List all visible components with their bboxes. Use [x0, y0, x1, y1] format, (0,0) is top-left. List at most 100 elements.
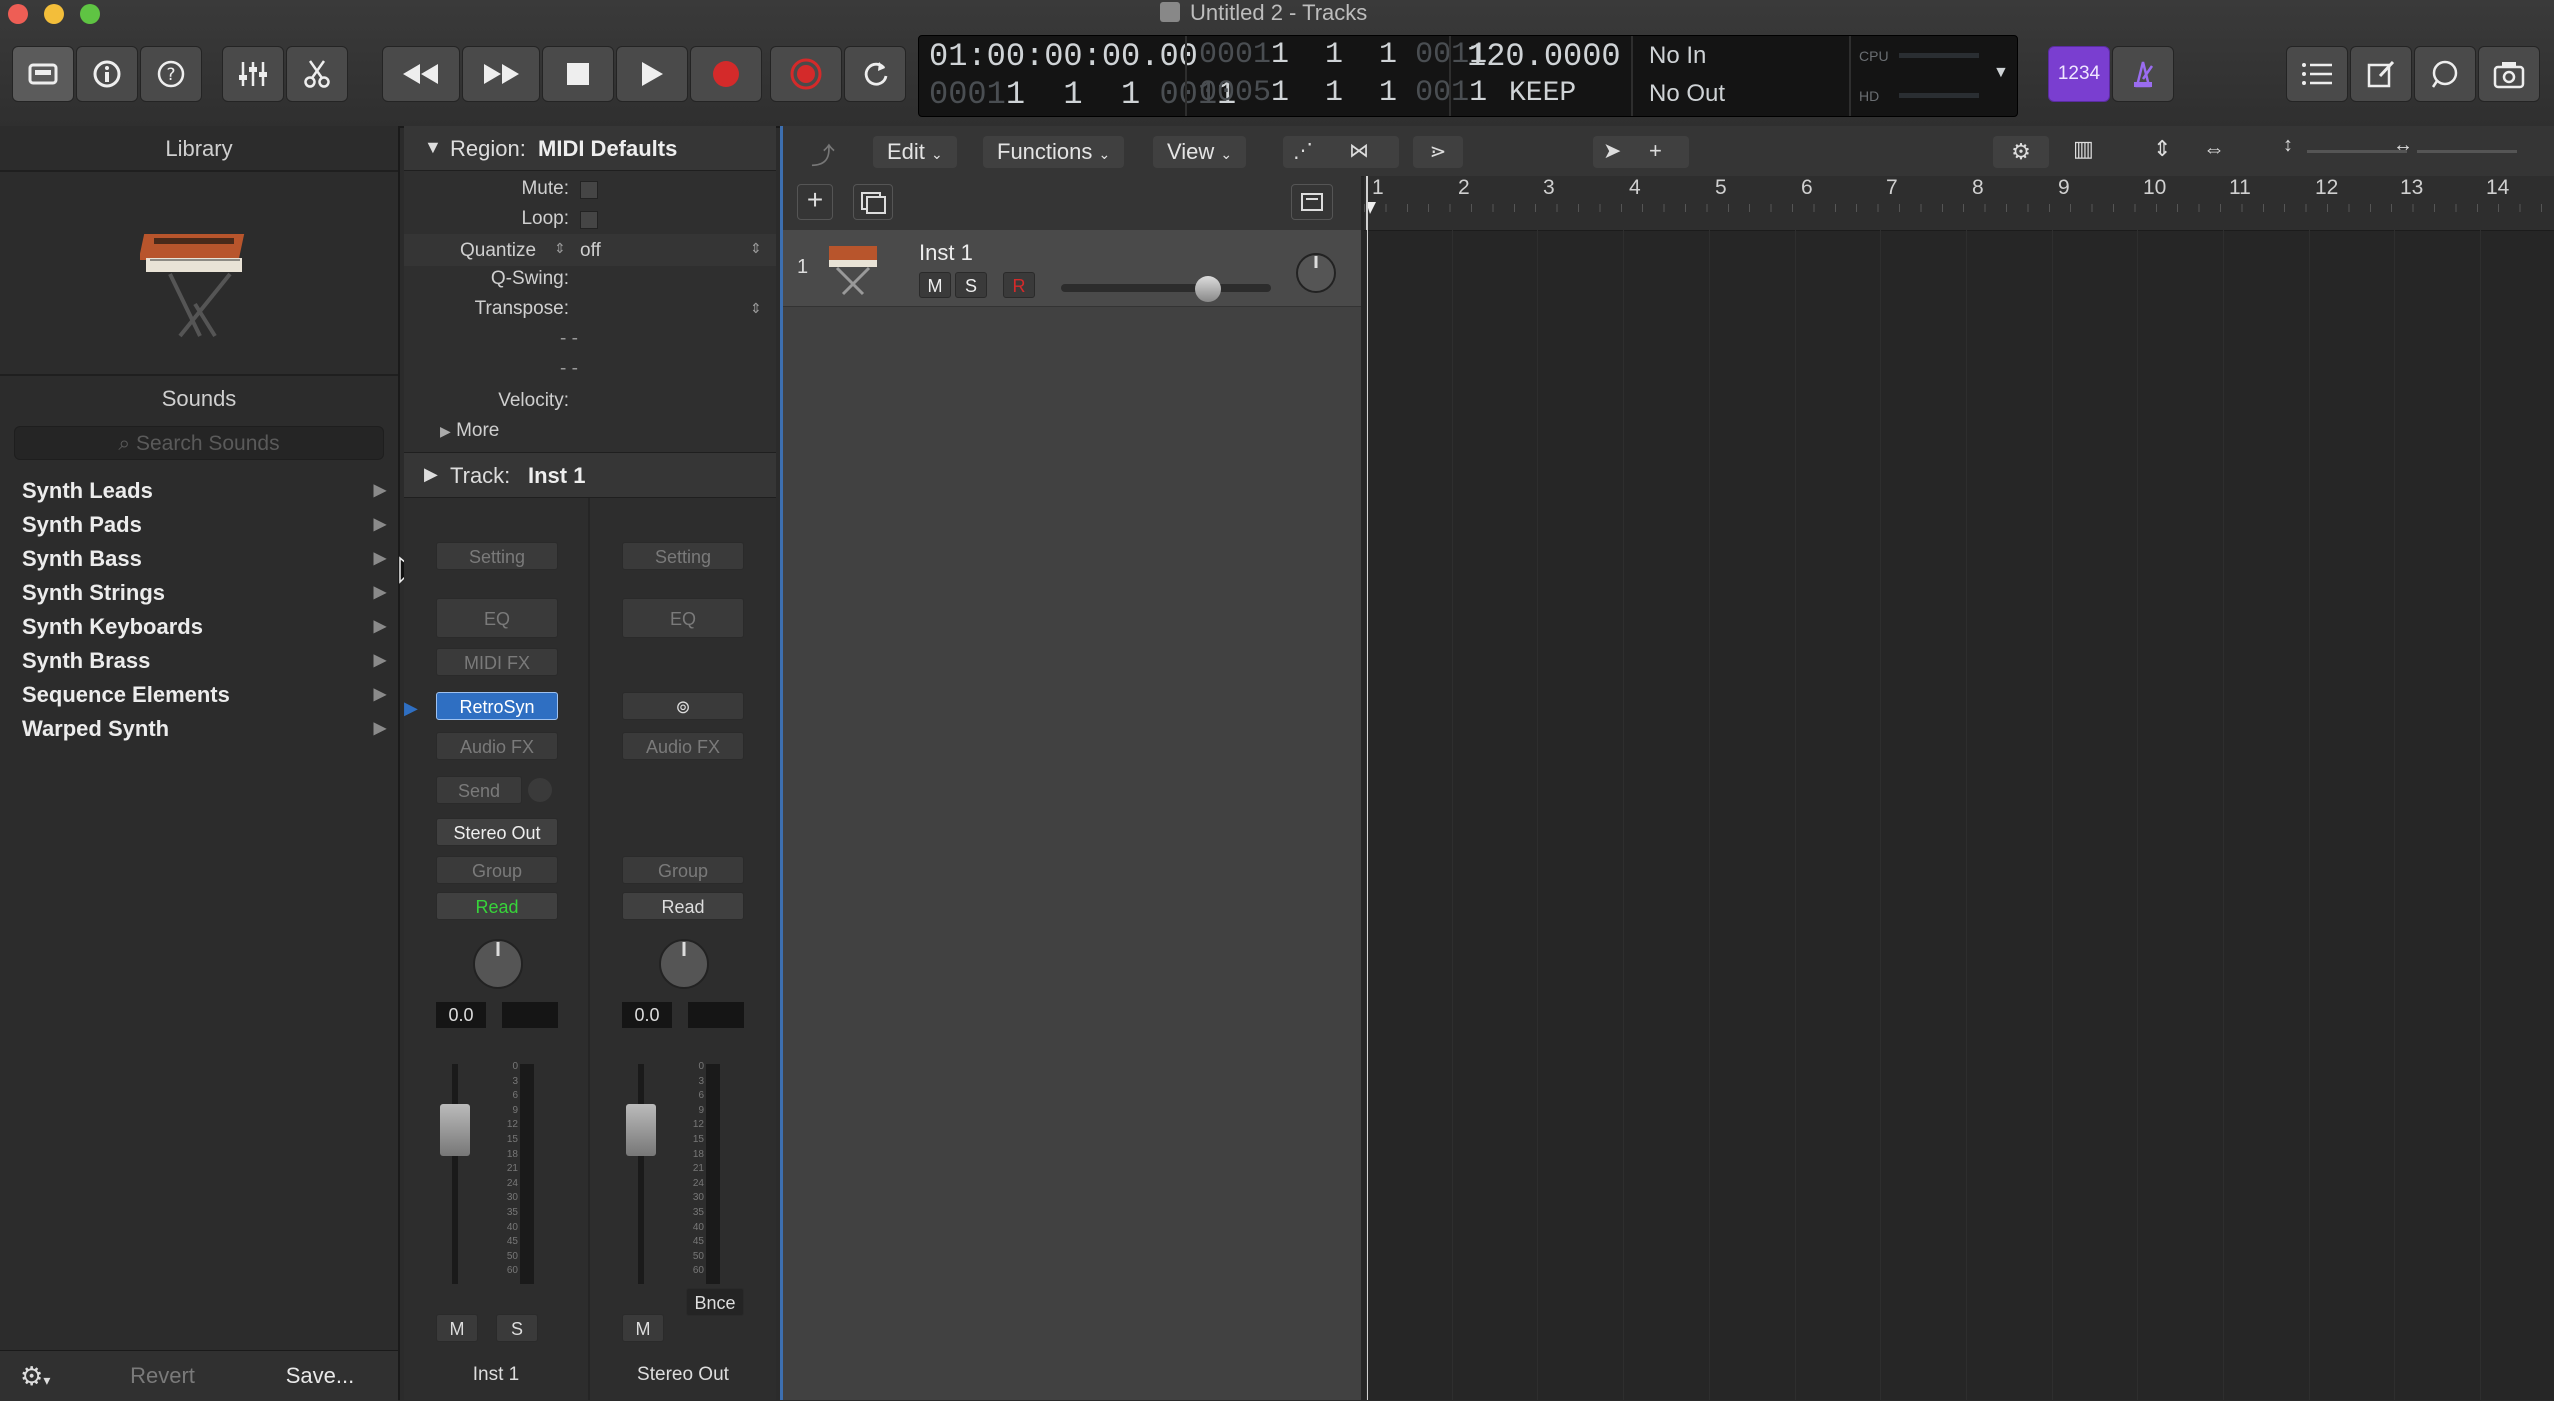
close-window-button[interactable]: [8, 4, 28, 24]
library-item-synth-brass[interactable]: Synth Brass ▶: [0, 644, 398, 678]
vertical-zoom-slider[interactable]: [2307, 150, 2407, 153]
lcd-menu-chevron-icon[interactable]: ▼: [1993, 64, 2009, 82]
region-header[interactable]: ▼ Region: MIDI Defaults: [404, 126, 776, 171]
more-disclosure[interactable]: ▶ More: [440, 420, 499, 442]
count-in-button[interactable]: 1234: [2048, 46, 2110, 102]
bounce-button[interactable]: Bnce: [686, 1288, 744, 1316]
automation-mode-button[interactable]: Read: [622, 892, 744, 920]
library-toggle-button[interactable]: [12, 46, 74, 102]
mute-checkbox[interactable]: [580, 181, 598, 199]
disclosure-arrow-icon: ▶: [373, 652, 386, 669]
eq-button[interactable]: EQ: [436, 598, 558, 638]
browsers-button[interactable]: [2478, 46, 2540, 102]
track-header-inst-1[interactable]: 1 Inst 1 M S R: [783, 230, 1361, 307]
group-slot[interactable]: Group: [436, 856, 558, 884]
revert-button[interactable]: Revert: [90, 1359, 235, 1393]
list-editors-button[interactable]: [2286, 46, 2348, 102]
solo-button[interactable]: S: [496, 1314, 538, 1342]
midi-draw-icon[interactable]: ⋗: [1413, 136, 1463, 168]
minimize-window-button[interactable]: [44, 4, 64, 24]
volume-fader[interactable]: [626, 1104, 656, 1156]
waveform-zoom-icon[interactable]: ▥: [2073, 136, 2094, 162]
library-item-synth-bass[interactable]: Synth Bass ▶: [0, 542, 398, 576]
library-item-synth-pads[interactable]: Synth Pads ▶: [0, 508, 398, 542]
send-slot[interactable]: Send: [436, 776, 522, 804]
mixer-toggle-button[interactable]: [222, 46, 284, 102]
track-volume-thumb[interactable]: [1195, 276, 1221, 302]
volume-readout[interactable]: 0.0: [622, 1002, 672, 1028]
tool-menus[interactable]: ➤ +: [1593, 136, 1689, 168]
quick-help-button[interactable]: ?: [140, 46, 202, 102]
horizontal-zoom-slider[interactable]: [2417, 150, 2517, 153]
track-mute-button[interactable]: M: [919, 272, 951, 298]
pan-knob[interactable]: [468, 934, 528, 994]
eq-button[interactable]: EQ: [622, 598, 744, 638]
editors-toggle-button[interactable]: [286, 46, 348, 102]
track-volume-slider[interactable]: [1061, 284, 1271, 292]
rewind-button[interactable]: [382, 46, 460, 102]
library-item-warped-synth[interactable]: Warped Synth ▶: [0, 712, 398, 746]
back-arrow-icon[interactable]: ⤴: [811, 136, 835, 171]
track-pan-knob[interactable]: [1291, 248, 1341, 298]
track-name[interactable]: Inst 1: [919, 240, 973, 266]
replace-record-button[interactable]: [770, 46, 842, 102]
track-synth-icon: [829, 246, 877, 296]
control-bar: Untitled 2 - Tracks ? 01:00:00:00.00 000…: [0, 0, 2554, 128]
timeline[interactable]: [1364, 176, 2554, 1400]
library-item-synth-strings[interactable]: Synth Strings ▶: [0, 576, 398, 610]
output-slot[interactable]: Stereo Out: [436, 818, 558, 846]
cycle-button[interactable]: [844, 46, 906, 102]
audio-fx-slot[interactable]: Audio FX: [436, 732, 558, 760]
track-solo-button[interactable]: S: [955, 272, 987, 298]
search-sounds-input[interactable]: ⌕ Search Sounds: [14, 426, 384, 460]
midi-fx-slot[interactable]: MIDI FX: [436, 648, 558, 676]
mute-button[interactable]: M: [622, 1314, 664, 1342]
duplicate-track-button[interactable]: [853, 184, 893, 220]
audio-fx-slot[interactable]: Audio FX: [622, 732, 744, 760]
volume-fader[interactable]: [440, 1104, 470, 1156]
global-tracks-button[interactable]: [1291, 184, 1333, 220]
catch-and-link-buttons[interactable]: ⋰ ⋈: [1283, 136, 1399, 168]
track-record-enable-button[interactable]: R: [1003, 272, 1035, 298]
quantize-row[interactable]: Quantize ⇕ off ⇕: [404, 234, 776, 266]
stop-button[interactable]: [542, 46, 614, 102]
stereo-link-button[interactable]: ⊚: [622, 692, 744, 720]
automation-mode-button[interactable]: Read: [436, 892, 558, 920]
setting-button[interactable]: Setting: [436, 542, 558, 570]
tempo-display[interactable]: 120.0000: [1467, 38, 1621, 75]
zoom-window-button[interactable]: [80, 4, 100, 24]
view-menu[interactable]: View ⌄: [1153, 136, 1247, 168]
lcd-display[interactable]: 01:00:00:00.00 00011 1 1 0011 00011 1 1 …: [918, 35, 2018, 117]
library-item-sequence-elements[interactable]: Sequence Elements ▶: [0, 678, 398, 712]
gear-icon[interactable]: ⚙▾: [20, 1361, 50, 1392]
send-level-knob[interactable]: [528, 778, 552, 802]
volume-readout[interactable]: 0.0: [436, 1002, 486, 1028]
balance-knob[interactable]: [654, 934, 714, 994]
note-pad-button[interactable]: [2350, 46, 2412, 102]
mute-button[interactable]: M: [436, 1314, 478, 1342]
inspector-toggle-button[interactable]: [76, 46, 138, 102]
play-button[interactable]: [616, 46, 688, 102]
horizontal-auto-zoom-icon[interactable]: ⇔: [2203, 136, 2225, 162]
fast-forward-button[interactable]: [462, 46, 540, 102]
record-button[interactable]: [690, 46, 762, 102]
stepper-icon[interactable]: ⇕: [750, 300, 762, 317]
loop-checkbox[interactable]: [580, 211, 598, 229]
library-item-synth-keyboards[interactable]: Synth Keyboards ▶: [0, 610, 398, 644]
metronome-button[interactable]: [2112, 46, 2174, 102]
instrument-slot[interactable]: RetroSyn: [436, 692, 558, 720]
settings-gear-icon[interactable]: ⚙: [1993, 136, 2049, 168]
loop-browser-button[interactable]: [2414, 46, 2476, 102]
level-meter: [520, 1064, 534, 1284]
save-button[interactable]: Save...: [250, 1359, 390, 1393]
edit-menu[interactable]: Edit ⌄: [873, 136, 957, 168]
bar-gridline: [1366, 230, 1367, 1400]
add-track-button[interactable]: +: [797, 184, 833, 220]
group-slot[interactable]: Group: [622, 856, 744, 884]
setting-button[interactable]: Setting: [622, 542, 744, 570]
library-item-synth-leads[interactable]: Synth Leads ▶: [0, 474, 398, 508]
functions-menu[interactable]: Functions ⌄: [983, 136, 1125, 168]
track-header[interactable]: ▶ Track: Inst 1: [404, 452, 776, 498]
meter-scale-label: 12: [692, 1119, 704, 1131]
vertical-auto-zoom-icon[interactable]: ⇕: [2153, 136, 2171, 162]
